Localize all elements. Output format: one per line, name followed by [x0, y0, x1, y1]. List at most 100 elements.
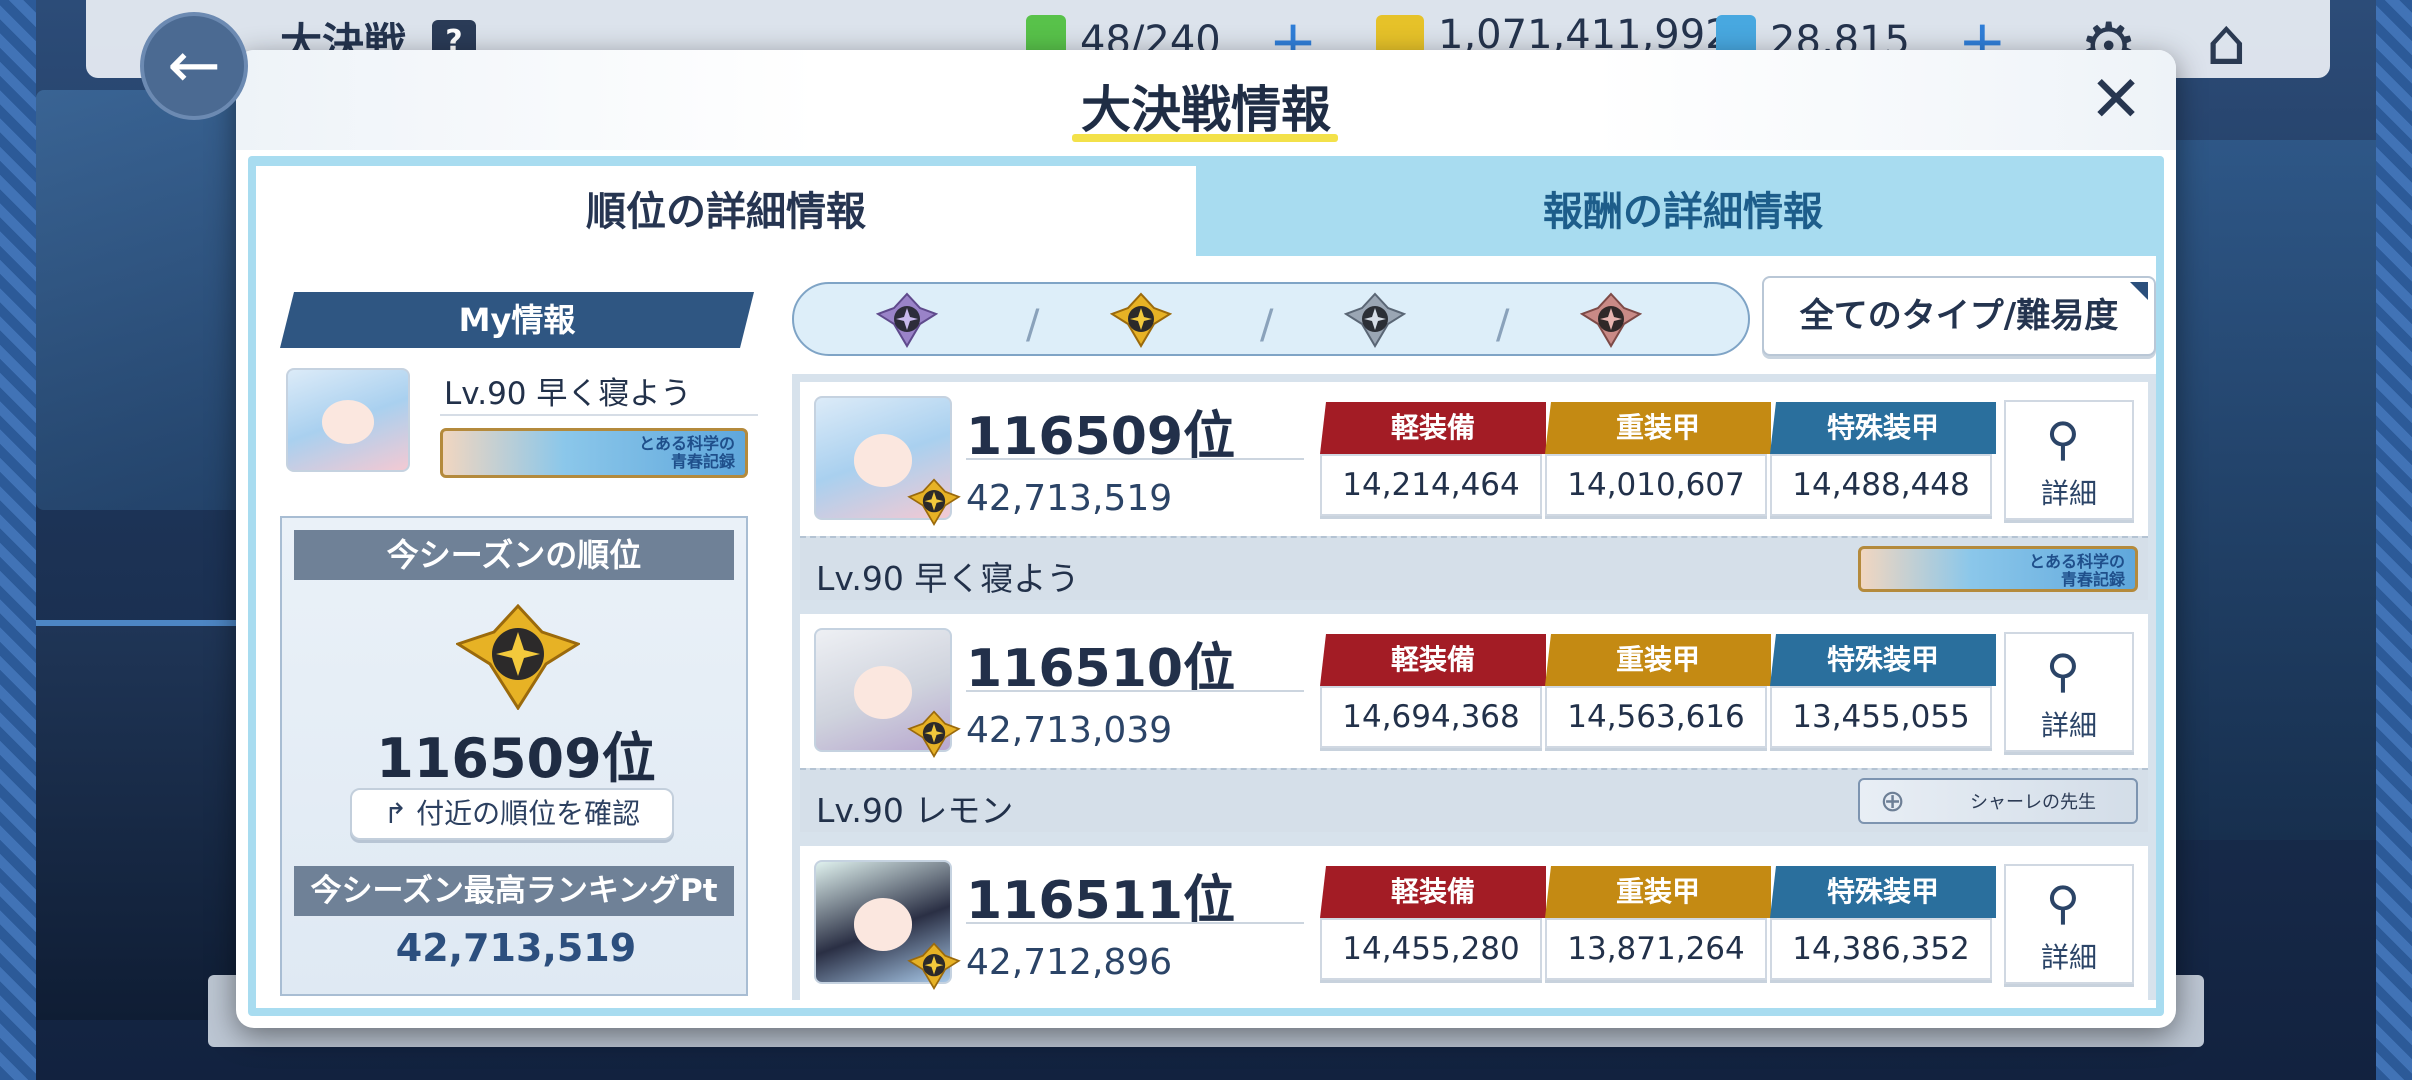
ranking-row-main: 116511位 42,712,896 軽装備 14,455,280 重装甲 13… [800, 846, 2148, 1000]
total-points: 42,713,039 [966, 710, 1173, 751]
player-name: Lv.90 レモン [816, 791, 1014, 830]
special-armor-value: 13,455,055 [1770, 686, 1992, 748]
light-armor-label: 軽装備 [1320, 866, 1546, 918]
special-armor-label: 特殊装甲 [1770, 866, 1996, 918]
detail-button[interactable]: ⚲ 詳細 [2004, 864, 2134, 984]
player-title-banner: ⊕ シャーレの先生 [1858, 778, 2138, 824]
ranking-row-main: 116510位 42,713,039 軽装備 14,694,368 重装甲 14… [800, 614, 2148, 768]
platinum-tier-filter-icon[interactable] [876, 292, 938, 348]
rank-divider [966, 690, 1304, 692]
filter-separator: / [1026, 302, 1040, 348]
right-stripe [2376, 0, 2412, 1080]
light-armor-label: 軽装備 [1320, 634, 1546, 686]
home-icon[interactable]: ⌂ [2206, 6, 2247, 80]
season-rank-value: 116509位 [376, 727, 656, 790]
close-button[interactable]: ✕ [2088, 68, 2144, 132]
filter-separator: / [1260, 302, 1274, 348]
rank-divider [966, 922, 1304, 924]
light-armor-value: 14,455,280 [1320, 918, 1542, 980]
light-armor-score: 軽装備 14,694,368 [1320, 634, 1546, 748]
player-name: Lv.90 早く寝よう [816, 559, 1080, 598]
detail-label: 詳細 [2040, 709, 2097, 742]
ranking-row-footer: Lv.90 レモン ⊕ シャーレの先生 [800, 768, 2148, 832]
banner-text: シャーレの先生 [1970, 792, 2096, 813]
search-icon: ⚲ [2046, 412, 2080, 466]
gold-tier-emblem [456, 604, 580, 710]
gold-tier-badge-icon [907, 942, 961, 990]
player-title-banner: とある科学の 青春記録 [1858, 546, 2138, 592]
special-armor-score: 特殊装甲 14,386,352 [1770, 866, 1996, 980]
my-info-header: My情報 [280, 292, 754, 348]
dropdown-corner-icon [2130, 282, 2148, 300]
nearby-label: 付近の順位を確認 [416, 797, 641, 830]
banner-text: とある科学の 青春記録 [2028, 552, 2125, 589]
total-points: 42,713,519 [966, 478, 1173, 519]
back-button[interactable]: ← [140, 12, 248, 120]
light-armor-value: 14,694,368 [1320, 686, 1542, 748]
banner-text: とある科学の 青春記録 [638, 434, 735, 471]
ranking-row-main: 116509位 42,713,519 軽装備 14,214,464 重装甲 14… [800, 382, 2148, 536]
search-icon: ⚲ [2046, 644, 2080, 698]
view-nearby-ranks-button[interactable]: ↱ 付近の順位を確認 [350, 788, 674, 840]
background-right-panel [2176, 140, 2376, 840]
type-difficulty-dropdown[interactable]: 全てのタイプ/難易度 [1762, 276, 2156, 356]
special-armor-value: 14,386,352 [1770, 918, 1992, 980]
light-armor-value: 14,214,464 [1320, 454, 1542, 516]
special-armor-label: 特殊装甲 [1770, 634, 1996, 686]
ranking-row: 116509位 42,713,519 軽装備 14,214,464 重装甲 14… [800, 382, 2148, 608]
modal-title: 大決戦情報 [1081, 81, 1331, 139]
rank-divider [966, 458, 1304, 460]
season-rank-box: 今シーズンの順位 116509位 ↱ 付近の順位を確認 今シーズン最高ランキング… [280, 516, 748, 996]
heavy-armor-value: 14,563,616 [1545, 686, 1767, 748]
detail-label: 詳細 [2040, 477, 2097, 510]
bronze-tier-filter-icon[interactable] [1580, 292, 1642, 348]
detail-label: 詳細 [2040, 941, 2097, 974]
credit-icon [1376, 15, 1424, 55]
total-points: 42,712,896 [966, 942, 1173, 983]
detail-button[interactable]: ⚲ 詳細 [2004, 400, 2134, 520]
tab-rank-details[interactable]: 順位の詳細情報 [256, 166, 1196, 258]
ranking-row-footer: Lv.90 早く寝よう とある科学の 青春記録 [800, 536, 2148, 600]
gold-tier-badge-icon [907, 478, 961, 526]
ranking-list[interactable]: 116509位 42,713,519 軽装備 14,214,464 重装甲 14… [792, 374, 2156, 1000]
my-name: Lv.90 早く寝よう [444, 376, 692, 412]
rank-details-panel: My情報 Lv.90 早く寝よう とある科学の 青春記録 今シーズンの順位 11… [256, 256, 2156, 1008]
special-armor-score: 特殊装甲 13,455,055 [1770, 634, 1996, 748]
light-armor-score: 軽装備 14,214,464 [1320, 402, 1546, 516]
heavy-armor-label: 重装甲 [1545, 634, 1771, 686]
modal-content: 順位の詳細情報 報酬の詳細情報 My情報 Lv.90 早く寝よう とある科学の … [248, 156, 2164, 1016]
arrow-left-icon: ← [167, 29, 221, 103]
share-arrow-icon: ↱ [383, 797, 417, 830]
detail-button[interactable]: ⚲ 詳細 [2004, 632, 2134, 752]
silver-tier-filter-icon[interactable] [1344, 292, 1406, 348]
heavy-armor-label: 重装甲 [1545, 866, 1771, 918]
gold-tier-filter-icon[interactable] [1110, 292, 1172, 348]
title-underline [1072, 134, 1338, 142]
best-ranking-header: 今シーズン最高ランキングPt [294, 866, 734, 916]
best-ranking-value: 42,713,519 [395, 926, 637, 970]
heavy-armor-label: 重装甲 [1545, 402, 1771, 454]
left-stripe [0, 0, 36, 1080]
heavy-armor-score: 重装甲 13,871,264 [1545, 866, 1771, 980]
raid-info-modal: 大決戦情報 ✕ 順位の詳細情報 報酬の詳細情報 My情報 Lv.90 早く寝よう… [236, 50, 2176, 1028]
heavy-armor-score: 重装甲 14,010,607 [1545, 402, 1771, 516]
special-armor-value: 14,488,448 [1770, 454, 1992, 516]
ranking-row: 116511位 42,712,896 軽装備 14,455,280 重装甲 13… [800, 846, 2148, 1000]
tier-filter-bar: / / / [792, 282, 1750, 356]
light-armor-label: 軽装備 [1320, 402, 1546, 454]
season-rank-header: 今シーズンの順位 [294, 530, 734, 580]
tab-reward-details[interactable]: 報酬の詳細情報 [1208, 166, 2158, 258]
heavy-armor-value: 13,871,264 [1545, 918, 1767, 980]
heavy-armor-value: 14,010,607 [1545, 454, 1767, 516]
avatar-face [321, 400, 375, 444]
my-avatar [286, 368, 410, 472]
crosshair-icon: ⊕ [1880, 784, 1906, 819]
name-divider [440, 414, 758, 416]
search-icon: ⚲ [2046, 876, 2080, 930]
special-armor-label: 特殊装甲 [1770, 402, 1996, 454]
ranking-row: 116510位 42,713,039 軽装備 14,694,368 重装甲 14… [800, 614, 2148, 840]
my-title-banner: とある科学の 青春記録 [440, 428, 748, 478]
heavy-armor-score: 重装甲 14,563,616 [1545, 634, 1771, 748]
dropdown-label: 全てのタイプ/難易度 [1799, 296, 2119, 336]
gold-tier-badge-icon [907, 710, 961, 758]
